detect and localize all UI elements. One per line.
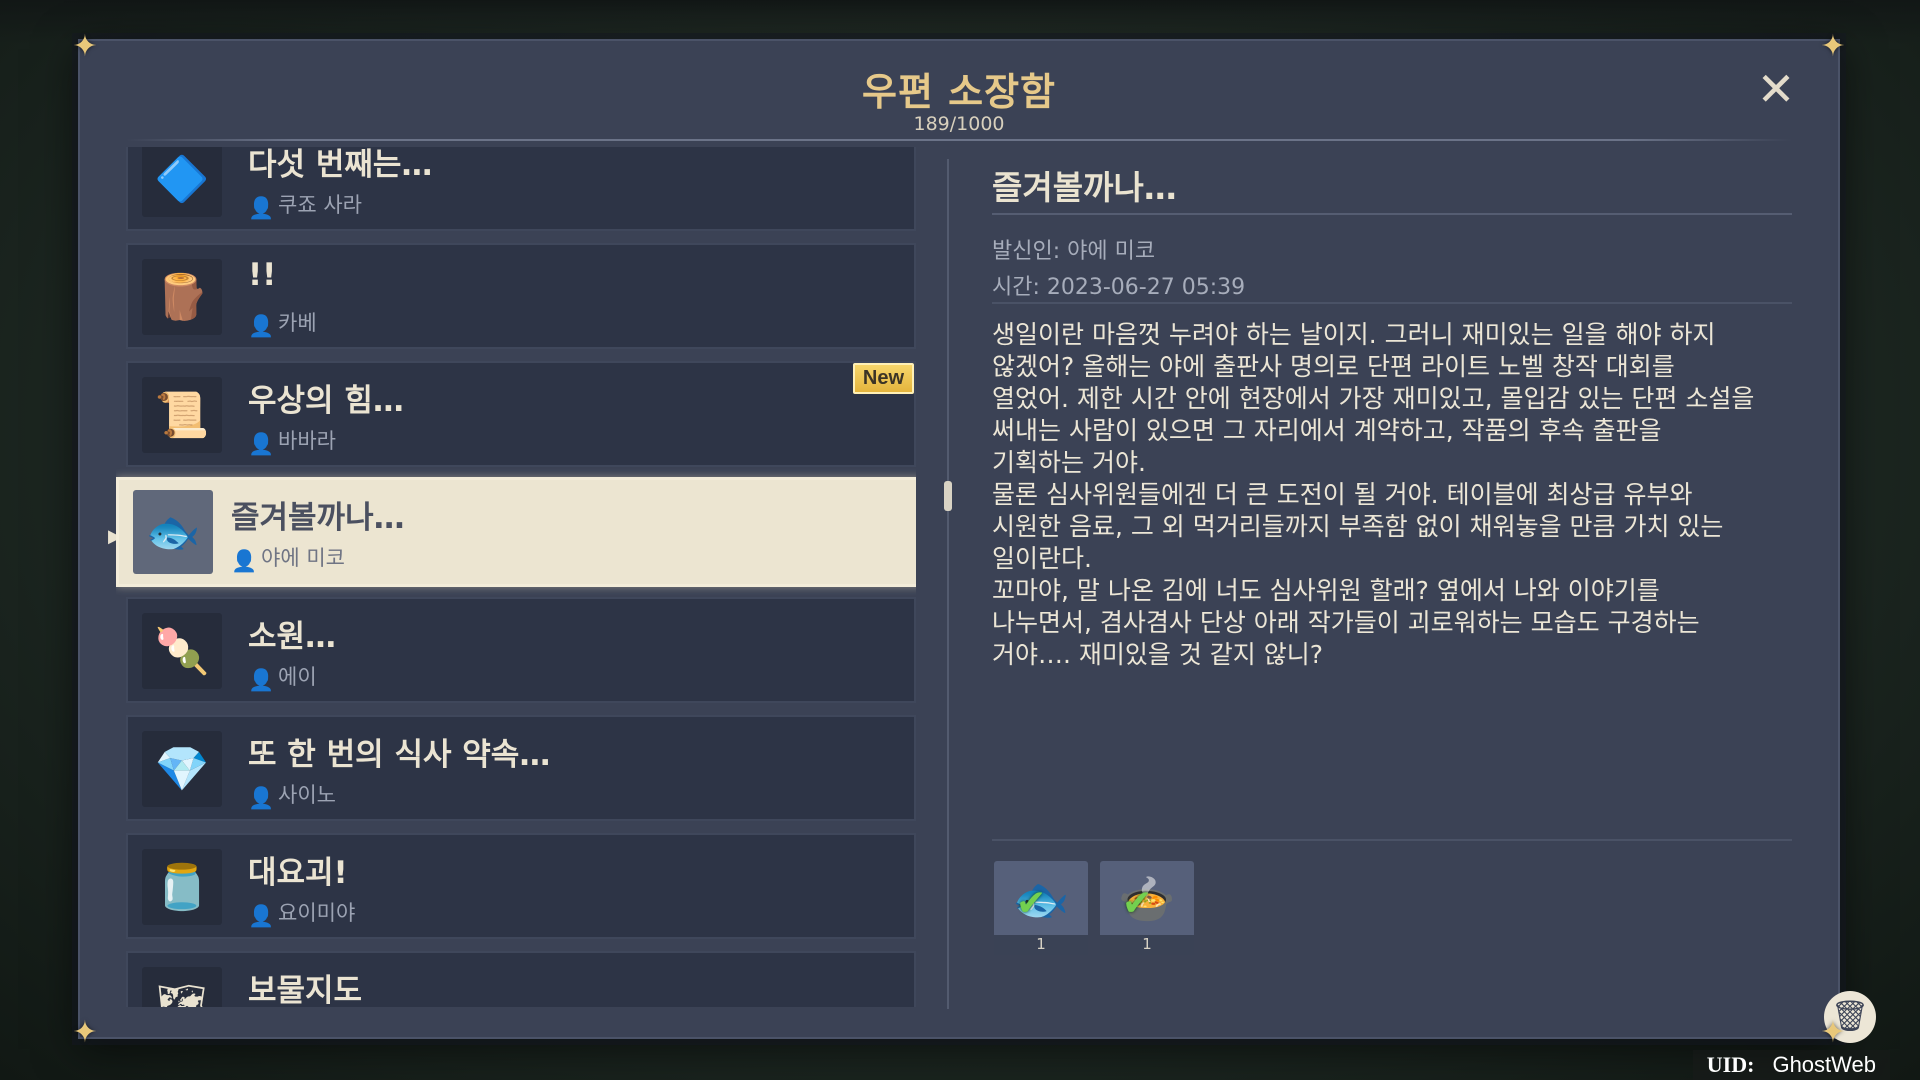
sack-icon: 🪵: [142, 259, 222, 335]
cloth-icon: 📜: [142, 377, 222, 453]
check-icon: ✔: [1016, 883, 1047, 924]
divider: [992, 839, 1792, 841]
new-badge: New: [852, 363, 914, 394]
mail-title: 우상의 힘…: [248, 383, 404, 419]
sender-name: 에이: [278, 665, 317, 689]
person-icon: 👤: [248, 432, 275, 456]
mail-list-item[interactable]: 💎 또 한 번의 식사 약속… 👤 사이노: [126, 715, 916, 821]
sender-name: 바바라: [278, 429, 336, 453]
mail-panel: 우편 소장함 189/1000 ✕ ▶ 🔷 다섯 번째는… 👤 쿠죠 사라 🪵 !…: [78, 39, 1876, 1043]
fish-icon: 🐟: [133, 490, 213, 574]
mail-list-item[interactable]: 🫙 대요괴! 👤 요이미야: [126, 833, 916, 939]
check-icon: ✔: [1122, 883, 1153, 924]
person-icon: 👤: [248, 668, 275, 692]
dango-icon: 🍡: [142, 613, 222, 689]
uid-display: UID: GhostWeb: [1692, 1050, 1890, 1080]
corner-ornament-icon: ✦: [1820, 29, 1846, 64]
mail-sender: 👤 쿠죠 사라: [248, 189, 362, 220]
mail-list-item[interactable]: 🪵 !! 👤 카베: [126, 243, 916, 349]
divider: [126, 139, 1792, 141]
person-icon: 👤: [248, 786, 275, 810]
mail-list-item-selected[interactable]: 🐟 즐겨볼까나… 👤 야에 미코: [116, 477, 916, 587]
mail-sender: 👤 에이: [248, 661, 317, 692]
detail-body: 생일이란 마음껏 누려야 하는 날이지. 그러니 재미있는 일을 해야 하지 않…: [992, 320, 1755, 669]
page-title: 우편 소장함: [861, 70, 1057, 114]
mail-title: 다섯 번째는…: [248, 147, 433, 183]
mail-sender: 👤 야에 미코: [231, 542, 345, 573]
sender-name: 야에 미코: [261, 546, 345, 570]
mail-list-item[interactable]: 🗺 보물지도: [126, 951, 916, 1007]
mail-title: 대요괴!: [248, 855, 348, 891]
map-icon: 🗺: [142, 967, 222, 1007]
divider: [992, 213, 1792, 215]
mail-detail: 즐겨볼까나… 발신인: 야에 미코 시간: 2023-06-27 05:39 생…: [992, 151, 1876, 1043]
mail-list[interactable]: 🔷 다섯 번째는… 👤 쿠죠 사라 🪵 !! 👤 카베 📜 우상의 힘… 👤 바바라 …: [116, 147, 916, 1007]
corner-ornament-icon: ✦: [72, 1015, 98, 1050]
attachment-item[interactable]: 🍲 ✔ 1: [1100, 861, 1194, 955]
mail-title: 소원…: [248, 619, 337, 655]
sender-name: 쿠죠 사라: [278, 193, 362, 217]
scrollbar-thumb[interactable]: [944, 481, 952, 511]
mail-list-item[interactable]: 📜 우상의 힘… 👤 바바라 New: [126, 361, 916, 467]
mail-list-item[interactable]: 🍡 소원… 👤 에이: [126, 597, 916, 703]
mail-title: 즐겨볼까나…: [231, 500, 405, 536]
mail-list-item[interactable]: 🔷 다섯 번째는… 👤 쿠죠 사라: [126, 147, 916, 231]
person-icon: 👤: [248, 196, 275, 220]
mail-title: !!: [248, 257, 277, 293]
uid-label: UID:: [1706, 1052, 1755, 1077]
scrollbar-track[interactable]: [947, 159, 949, 1009]
person-icon: 👤: [231, 549, 258, 573]
attachment-qty: 1: [1100, 935, 1194, 955]
badge-icon: 🔷: [142, 147, 222, 217]
detail-sender: 발신인: 야에 미코: [992, 239, 1156, 264]
close-button[interactable]: ✕: [1754, 66, 1798, 112]
attachment-qty: 1: [994, 935, 1088, 955]
mail-sender: 👤 사이노: [248, 779, 336, 810]
person-icon: 👤: [248, 314, 275, 338]
mail-sender: 👤 카베: [248, 307, 317, 338]
corner-ornament-icon: ✦: [1820, 1015, 1846, 1050]
attachment-item[interactable]: 🐟 ✔ 1: [994, 861, 1088, 955]
crystal-icon: 💎: [142, 731, 222, 807]
sender-name: 요이미야: [278, 901, 356, 925]
mail-count: 189/1000: [913, 113, 1005, 135]
sender-name: 사이노: [278, 783, 336, 807]
person-icon: 👤: [248, 904, 275, 928]
mail-title: 또 한 번의 식사 약속…: [248, 737, 551, 773]
corner-ornament-icon: ✦: [72, 29, 98, 64]
divider: [992, 302, 1792, 304]
jar-icon: 🫙: [142, 849, 222, 925]
mail-sender: 👤 요이미야: [248, 897, 356, 928]
detail-time: 시간: 2023-06-27 05:39: [992, 275, 1246, 300]
mail-sender: 👤 바바라: [248, 425, 336, 456]
background: [0, 0, 1920, 44]
detail-title: 즐겨볼까나…: [992, 168, 1177, 207]
mail-title: 보물지도: [248, 973, 363, 1007]
uid-value: GhostWeb: [1772, 1052, 1876, 1077]
sender-name: 카베: [278, 311, 317, 335]
